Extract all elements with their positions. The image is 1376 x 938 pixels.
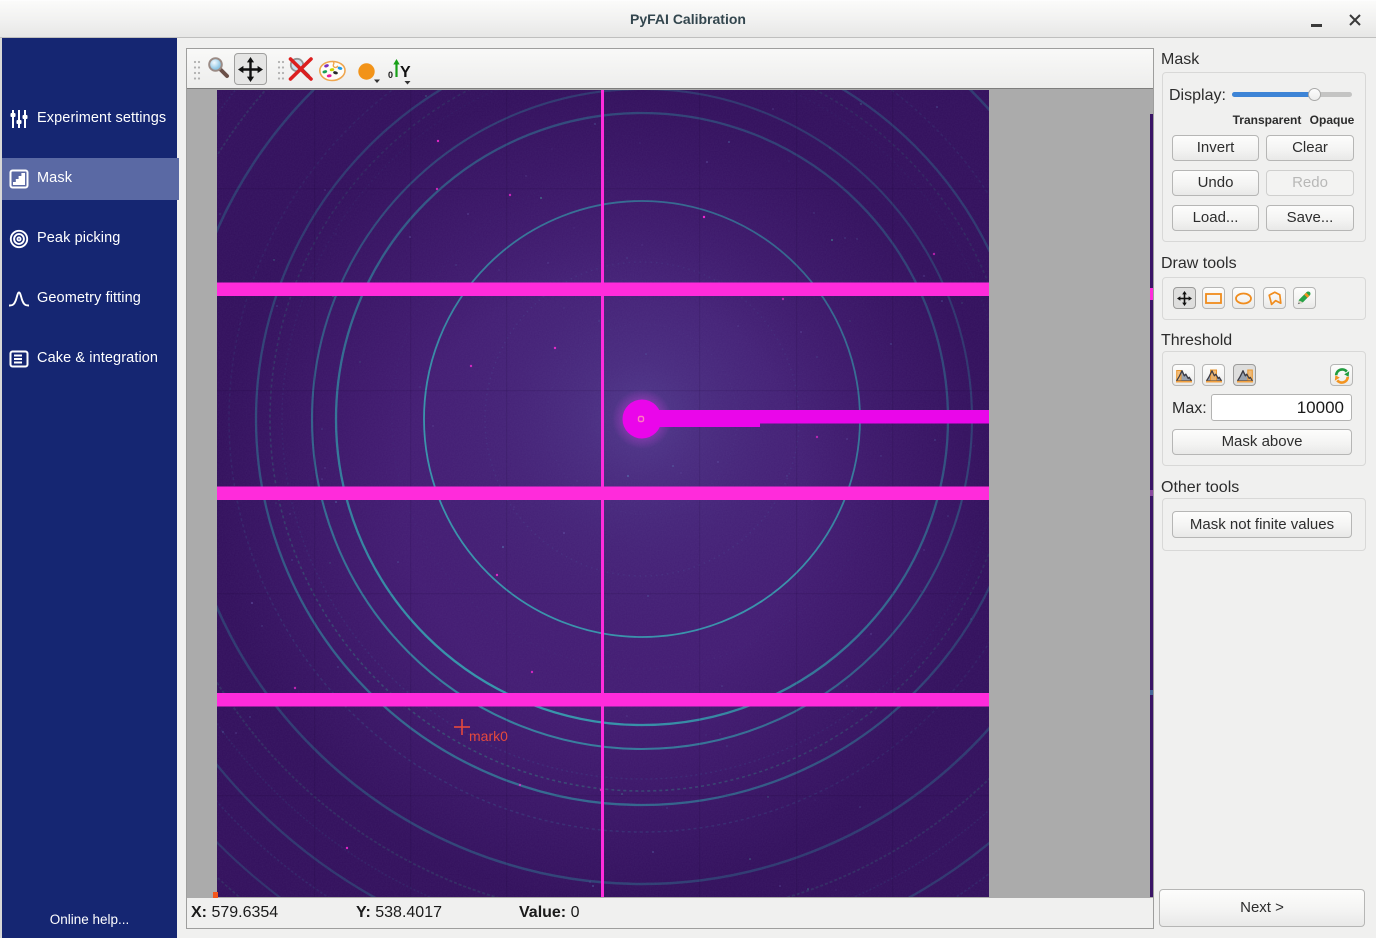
svg-text:mark0: mark0 bbox=[469, 728, 508, 744]
svg-text:Y: Y bbox=[400, 64, 411, 81]
svg-text:0: 0 bbox=[388, 70, 393, 80]
